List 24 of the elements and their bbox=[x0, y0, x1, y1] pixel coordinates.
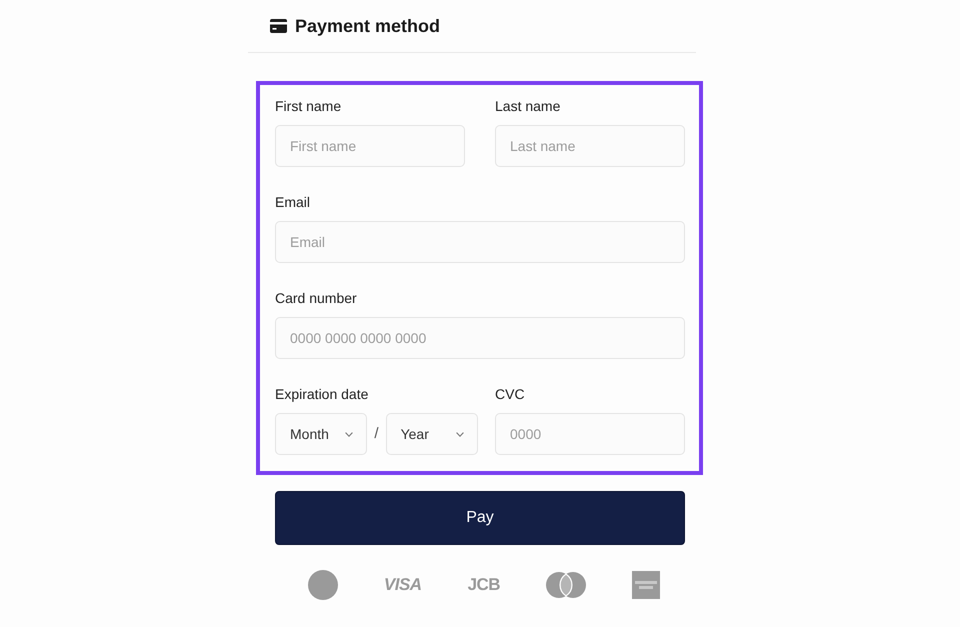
field-label: CVC bbox=[495, 385, 525, 404]
overlapping-circles-icon bbox=[546, 572, 586, 598]
field-label: First name bbox=[275, 97, 342, 116]
input-field[interactable]: First name bbox=[275, 125, 465, 167]
date-separator: / bbox=[374, 424, 379, 444]
field-label: Email bbox=[275, 193, 310, 212]
field-label: Card number bbox=[275, 289, 357, 308]
card-brand-wordmark: JCB bbox=[468, 575, 500, 595]
field-label: Last name bbox=[495, 97, 560, 116]
card-brand-wordmark: VISA bbox=[384, 575, 422, 595]
pay-button[interactable]: Pay bbox=[275, 491, 685, 545]
chevron-down-icon bbox=[345, 432, 354, 436]
input-field[interactable]: Last name bbox=[495, 125, 685, 167]
section-title: Payment method bbox=[295, 15, 440, 38]
chevron-down-icon bbox=[456, 432, 464, 436]
dropdown-select[interactable]: Year bbox=[386, 413, 478, 455]
square-tile-icon bbox=[632, 571, 660, 599]
field-label: Expiration date bbox=[275, 385, 368, 404]
input-field[interactable]: 0000 bbox=[495, 413, 685, 455]
circle-icon bbox=[308, 570, 338, 600]
credit-card-icon bbox=[270, 19, 287, 33]
input-field[interactable]: 0000 0000 0000 0000 bbox=[275, 317, 685, 359]
dropdown-select[interactable]: Month bbox=[275, 413, 368, 455]
input-field[interactable]: Email bbox=[275, 221, 685, 263]
